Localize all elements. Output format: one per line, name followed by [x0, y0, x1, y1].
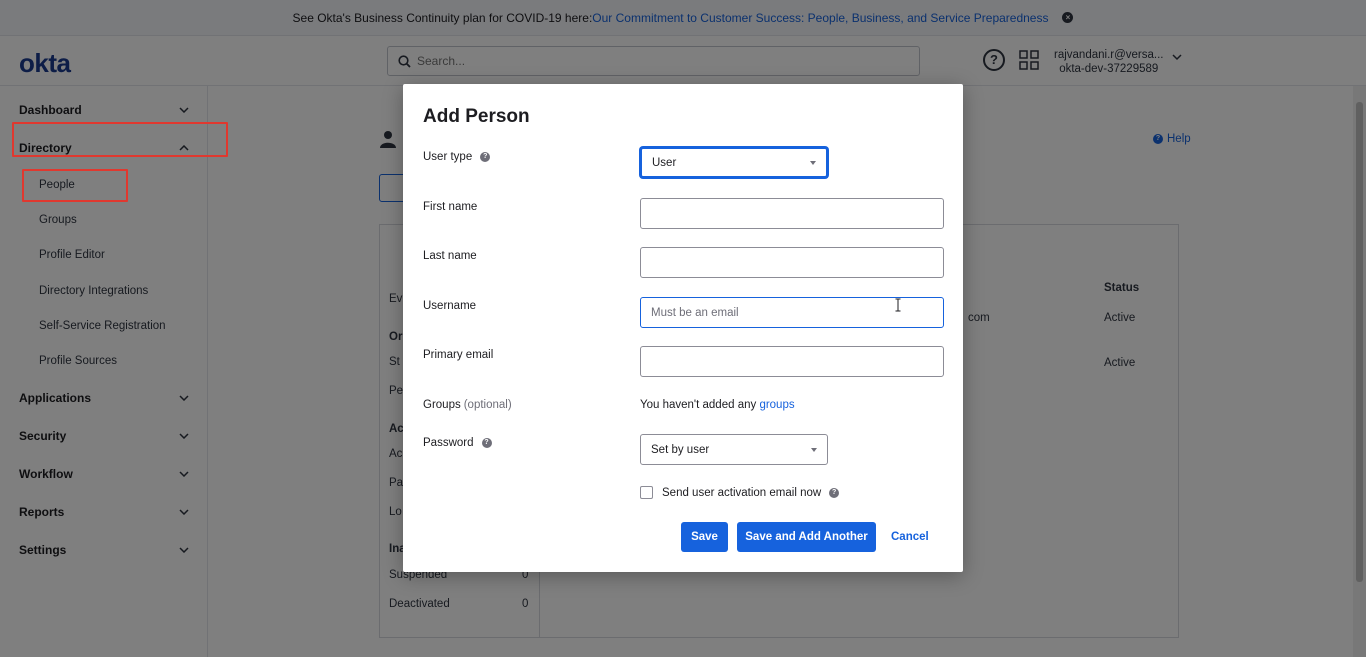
add-person-dialog: Add Person User type ? User First name L… — [403, 84, 963, 572]
groups-empty-text: You haven't added any groups — [640, 399, 795, 411]
caret-down-icon — [811, 447, 817, 452]
save-and-add-another-button[interactable]: Save and Add Another — [737, 522, 876, 552]
primary-email-field[interactable] — [640, 346, 944, 377]
groups-label: Groups (optional) — [423, 399, 512, 411]
primary-email-label: Primary email — [423, 349, 494, 361]
activation-email-option: Send user activation email now ? — [640, 486, 840, 499]
cancel-button[interactable]: Cancel — [891, 522, 929, 552]
annotation-highlight-directory — [12, 122, 228, 157]
help-icon[interactable]: ? — [481, 438, 492, 448]
text-cursor-icon — [895, 298, 901, 312]
annotation-highlight-people — [22, 169, 128, 202]
password-label: Password ? — [423, 437, 492, 449]
first-name-field[interactable] — [640, 198, 944, 229]
user-type-label: User type ? — [423, 151, 491, 163]
help-icon[interactable]: ? — [829, 487, 840, 498]
user-type-select[interactable]: User — [640, 147, 828, 178]
groups-link[interactable]: groups — [759, 399, 794, 411]
first-name-label: First name — [423, 201, 478, 213]
activation-email-label[interactable]: Send user activation email now — [662, 487, 821, 499]
last-name-field[interactable] — [640, 247, 944, 278]
password-select[interactable]: Set by user — [640, 434, 828, 465]
save-button[interactable]: Save — [681, 522, 728, 552]
last-name-label: Last name — [423, 250, 477, 262]
username-label: Username — [423, 300, 477, 312]
activation-email-checkbox[interactable] — [640, 486, 653, 499]
dialog-title: Add Person — [423, 106, 530, 127]
caret-down-icon — [810, 160, 816, 165]
help-icon[interactable]: ? — [480, 152, 491, 162]
